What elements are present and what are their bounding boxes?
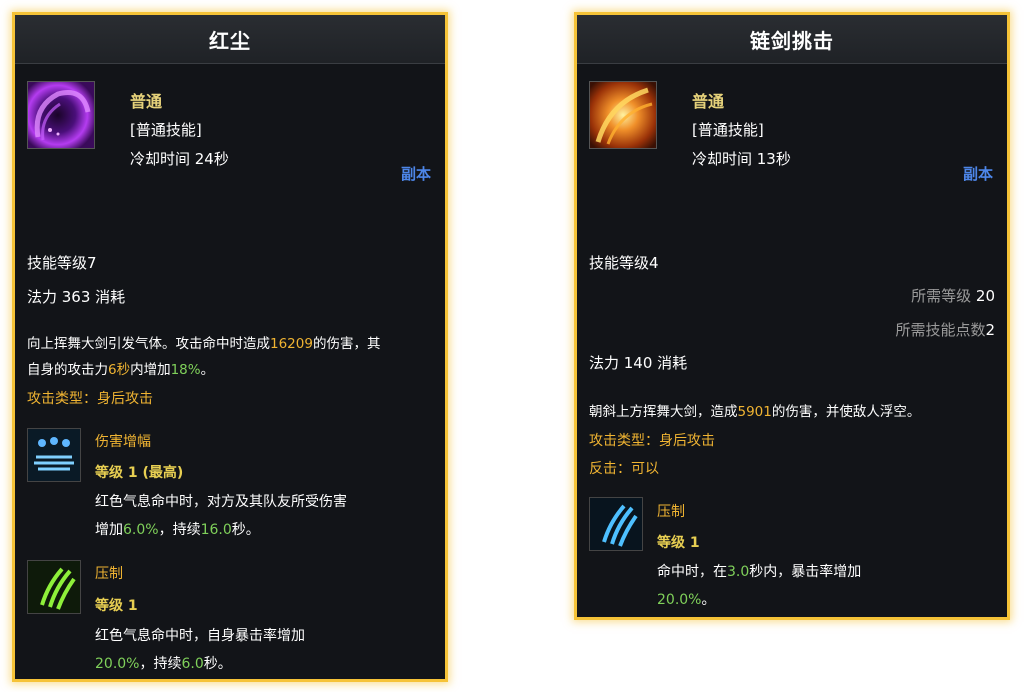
sub-skill-name: 压制: [95, 566, 123, 582]
sub-skill-name: 伤害增幅: [95, 434, 151, 450]
skill-icon-flame: [589, 81, 657, 149]
skill-type: [普通技能]: [692, 121, 764, 139]
sub-skill-level: 等级 1: [657, 535, 700, 551]
required-skill-points: 所需技能点数2: [895, 321, 995, 339]
sub-skill-name: 压制: [657, 504, 685, 520]
damage-value: 16209: [270, 336, 313, 352]
dungeon-tag: 副本: [400, 165, 431, 183]
skill-grade: 普通: [692, 92, 725, 111]
skill-icon-purple: [27, 81, 95, 149]
sub-skill-level: 等级 1 (最高): [95, 465, 184, 481]
mana-cost: 法力 363 消耗: [27, 288, 126, 306]
skill-cooldown: 冷却时间 24秒: [130, 150, 229, 168]
counter-info: 反击：可以: [589, 461, 659, 477]
skill-summary: 普通 [普通技能] 冷却时间 24秒 副本: [15, 64, 445, 183]
skill-title: 链剑挑击: [577, 15, 1007, 64]
dungeon-tag: 副本: [962, 165, 993, 183]
skill-description: 朝斜上方挥舞大剑，造成5901的伤害，并使敌人浮空。: [589, 404, 921, 420]
skill-level: 技能等级7: [27, 254, 97, 272]
skill-summary: 普通 [普通技能] 冷却时间 13秒 副本: [577, 64, 1007, 183]
attack-type: 攻击类型：身后攻击: [27, 391, 153, 407]
skill-level: 技能等级4: [589, 254, 659, 272]
mana-cost: 法力 140 消耗: [589, 354, 688, 372]
skill-description: 向上挥舞大剑引发气体。攻击命中时造成16209的伤害，其 自身的攻击力6秒内增加…: [27, 336, 381, 378]
sub-skill-level: 等级 1: [95, 598, 138, 614]
skill-tooltip-card-1: 红尘 普通 [普通技能] 冷却时间 24秒 副本 技能等级7 法力 363 消耗…: [12, 12, 448, 682]
sub-skill-description: 命中时，在3.0秒内，暴击率增加 20.0%。: [657, 564, 862, 608]
duration-value: 6秒: [108, 362, 131, 378]
skill-cooldown: 冷却时间 13秒: [692, 150, 791, 168]
attack-type: 攻击类型：身后攻击: [589, 433, 715, 449]
suppress-claw-icon: [27, 560, 81, 614]
skill-info: 普通 [普通技能] 冷却时间 13秒: [692, 87, 791, 174]
damage-value: 5901: [737, 404, 772, 420]
skill-grade: 普通: [130, 92, 163, 111]
required-level: 所需等级 20: [911, 287, 995, 305]
skill-type: [普通技能]: [130, 121, 202, 139]
skill-tooltip-card-2: 链剑挑击 普通 [普通技能] 冷却时间 13秒 副本 技能等级4 所需等级 20…: [574, 12, 1010, 620]
sub-skill-description: 红色气息命中时，自身暴击率增加 20.0%，持续6.0秒。: [95, 628, 305, 672]
skill-info: 普通 [普通技能] 冷却时间 24秒: [130, 87, 229, 174]
skill-title: 红尘: [15, 15, 445, 64]
damage-boost-icon: [27, 428, 81, 482]
suppress-claw-icon: [589, 497, 643, 551]
attack-increase-value: 18%: [170, 362, 201, 378]
sub-skill-description: 红色气息命中时，对方及其队友所受伤害 增加6.0%，持续16.0秒。: [95, 494, 347, 538]
